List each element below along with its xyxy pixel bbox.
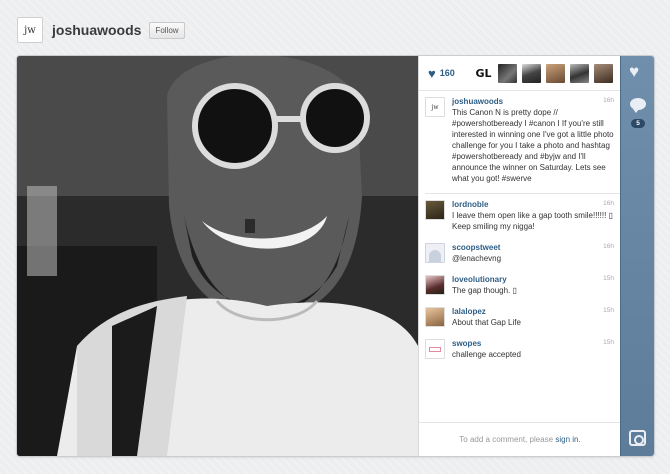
comment-avatar[interactable] (425, 200, 445, 220)
comment-text: @lenachevng (452, 254, 502, 263)
likes-count[interactable]: ♥ 160 (428, 67, 474, 80)
comment-time: 15h (603, 339, 614, 346)
comment-text: challenge accepted (452, 350, 521, 359)
comment-username[interactable]: joshuawoods (452, 97, 614, 106)
comment-username[interactable]: loveolutionary (452, 275, 614, 284)
comment-time: 16h (603, 243, 614, 250)
comment-text: This Canon N is pretty dope // #powersho… (452, 108, 614, 183)
comment-bubble-icon[interactable] (630, 98, 646, 113)
liker-avatar[interactable] (498, 63, 517, 83)
comment-text: About that Gap Life (452, 318, 521, 327)
profile-header: jw joshuawoods Follow (17, 16, 185, 44)
comment-list: jw joshuawoods This Canon N is pretty do… (419, 91, 620, 365)
liker-avatar[interactable] (570, 63, 589, 83)
add-comment-text: To add a comment, please (459, 435, 556, 444)
comment-username[interactable]: lalalopez (452, 307, 614, 316)
instagram-camera-icon[interactable] (629, 430, 646, 446)
comment-count-badge: 5 (631, 119, 645, 128)
comment-username[interactable]: swopes (452, 339, 614, 348)
comment-time: 16h (603, 200, 614, 207)
comment-text: The gap though. ▯ (452, 286, 517, 295)
photo-card: ♥ 160 GL jw joshuawoods This Canon N is … (17, 56, 654, 456)
avatar[interactable]: jw (17, 17, 43, 43)
liker-avatar[interactable] (594, 63, 613, 83)
follow-button[interactable]: Follow (149, 21, 185, 39)
liker-avatar[interactable] (546, 63, 565, 83)
comment-avatar[interactable] (425, 339, 445, 359)
list-item: scoopstweet @lenachevng 16h (425, 237, 620, 269)
sign-in-link[interactable]: sign in. (555, 435, 580, 444)
comment-time: 15h (603, 307, 614, 314)
liker-avatar[interactable] (522, 63, 541, 83)
photo (17, 56, 418, 456)
liker-avatar[interactable]: GL (474, 63, 493, 83)
comment-time: 15h (603, 275, 614, 282)
comment-time: 16h (603, 97, 614, 104)
username-link[interactable]: joshuawoods (52, 22, 141, 38)
list-item: lalalopez About that Gap Life 15h (425, 301, 620, 333)
comments-panel: ♥ 160 GL jw joshuawoods This Canon N is … (418, 56, 621, 456)
comment-avatar[interactable] (425, 275, 445, 295)
add-comment-prompt: To add a comment, please sign in. (419, 422, 621, 456)
comment-username[interactable]: scoopstweet (452, 243, 614, 252)
action-rail: ♥ 5 (620, 56, 654, 456)
list-item: lordnoble I leave them open like a gap t… (425, 194, 620, 237)
comment-text: I leave them open like a gap tooth smile… (452, 211, 613, 231)
heart-icon: ♥ (428, 65, 436, 81)
comment-avatar[interactable]: jw (425, 97, 445, 117)
list-item: swopes challenge accepted 15h (425, 333, 620, 365)
comment-username[interactable]: lordnoble (452, 200, 614, 209)
like-heart-icon[interactable]: ♥ (629, 63, 639, 80)
likes-bar: ♥ 160 GL (419, 56, 620, 91)
caption-comment: jw joshuawoods This Canon N is pretty do… (425, 91, 620, 194)
likes-count-value: 160 (439, 68, 455, 78)
comment-avatar[interactable] (425, 307, 445, 327)
selfie-image (17, 56, 418, 456)
default-avatar-icon[interactable] (425, 243, 445, 263)
list-item: loveolutionary The gap though. ▯ 15h (425, 269, 620, 301)
